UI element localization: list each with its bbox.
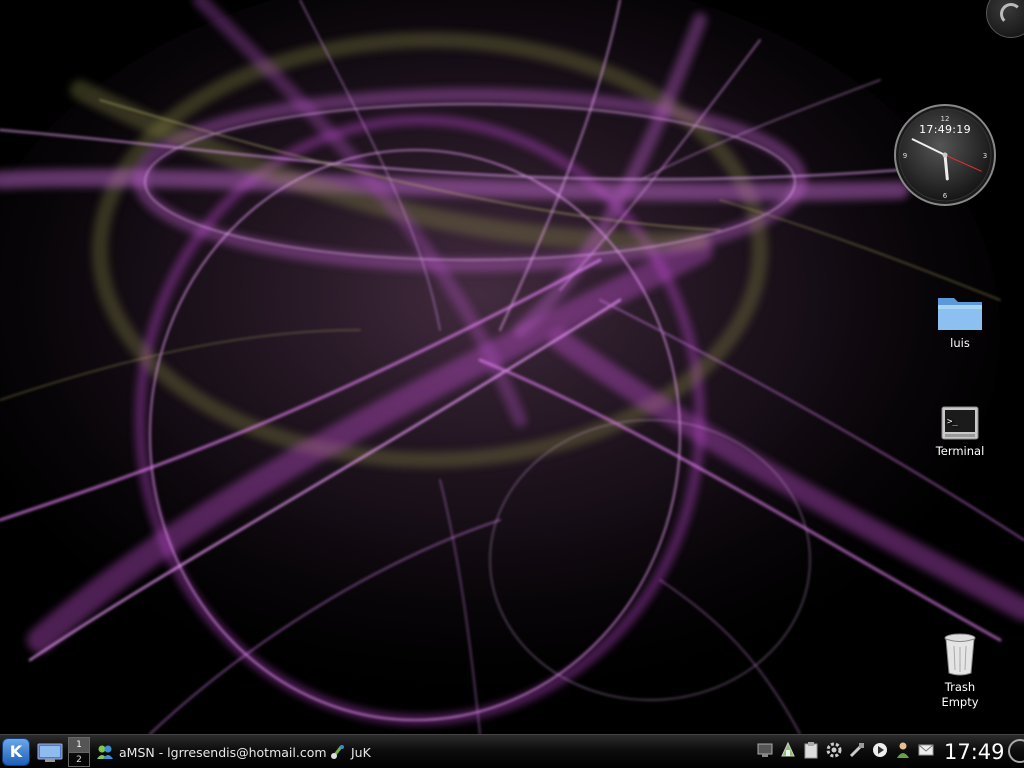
desktop-icon-label: luis [950,336,970,350]
pager-desktop-2[interactable]: 2 [69,752,89,767]
task-button-juk[interactable]: JuK [330,738,371,766]
task-label: JuK [351,744,371,760]
task-button-amsn[interactable]: aMSN - lgrresendis@hotmail.com [96,738,327,766]
fractal-wallpaper [0,0,1024,734]
desktop-icon-label: Trash Empty [941,680,979,709]
svg-text:9: 9 [903,152,907,160]
show-desktop-button[interactable] [36,743,64,767]
desktop[interactable]: 12 3 6 9 17:49:19 luis >_ Terminal Trash… [0,0,1024,734]
system-tray [756,741,940,763]
user-icon[interactable] [894,741,912,759]
svg-text:>_: >_ [947,417,958,427]
pager-desktop-1[interactable]: 1 [69,738,89,752]
media-play-icon[interactable] [871,741,889,759]
desktop-icon-luis[interactable]: luis [920,292,1000,351]
desktop-icon-trash[interactable]: Trash Empty [920,632,1000,710]
panel-digital-clock[interactable]: 17:49 [944,738,1005,766]
cashew-icon [1000,3,1022,25]
trash-icon [944,633,976,676]
juk-icon [331,745,344,759]
svg-text:6: 6 [943,192,948,200]
desktop-icon-terminal[interactable]: >_ Terminal [920,406,1000,459]
virtual-desktop-pager[interactable]: 1 2 [68,737,90,767]
network-icon[interactable] [756,741,774,759]
panel-toolbox-button[interactable] [1008,739,1024,763]
desktop-icon [37,743,63,762]
clock-digital-readout: 17:49:19 [919,123,971,136]
kde-menu-button[interactable]: K [2,738,30,766]
klipper-icon[interactable] [779,741,797,759]
clipboard-icon[interactable] [802,741,820,759]
task-label: aMSN - lgrresendis@hotmail.com [119,744,327,760]
svg-text:12: 12 [941,115,950,123]
mail-icon[interactable] [917,741,935,759]
taskbar-panel: K 1 2 aMSN - lgrresendis@hotmail.com JuK [0,734,1024,768]
svg-text:3: 3 [983,152,987,160]
analog-clock-widget[interactable]: 12 3 6 9 17:49:19 [893,103,997,207]
desktop-icon-label: Terminal [935,444,985,458]
settings-icon[interactable] [825,741,843,759]
folder-icon [938,298,982,330]
clock-face: 12 3 6 9 [894,104,996,206]
usb-icon[interactable] [848,741,866,759]
terminal-icon: >_ [941,406,979,440]
amsn-icon [97,745,113,759]
